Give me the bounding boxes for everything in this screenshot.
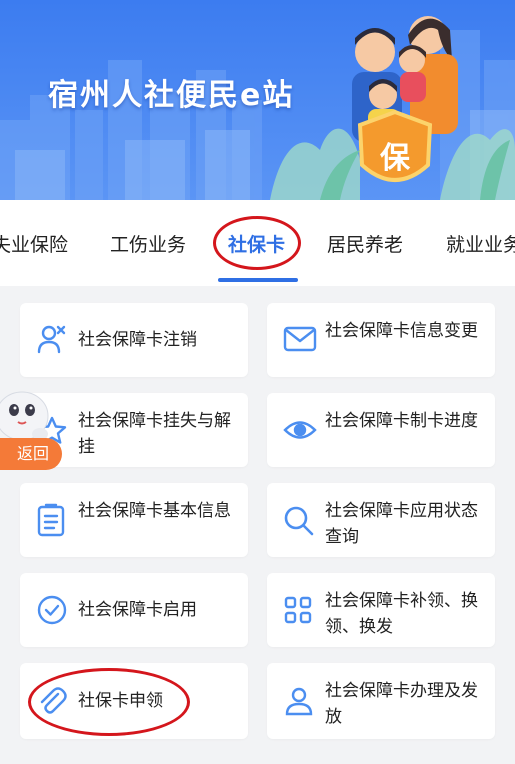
service-label: 社会保障卡信息变更	[325, 321, 478, 341]
service-label: 社会保障卡基本信息	[78, 501, 231, 521]
service-label: 社会保障卡注销	[78, 330, 197, 350]
service-label: 社会保障卡补领、换领、换发	[325, 591, 478, 637]
search-icon	[284, 506, 314, 536]
service-card-activate[interactable]: 社会保障卡启用	[20, 573, 248, 647]
eye-icon	[283, 421, 317, 439]
family-illustration: 保	[320, 16, 510, 200]
back-button[interactable]: 返回	[0, 438, 62, 470]
banner-title: 宿州人社便民e站	[48, 78, 295, 113]
service-label: 社会保障卡应用状态查询	[325, 501, 478, 547]
tab-unemployment-insurance[interactable]: 失业保险	[0, 230, 68, 257]
person-icon	[285, 687, 313, 716]
service-card-card-cancel[interactable]: 社会保障卡注销	[20, 303, 248, 377]
shield-char: 保	[380, 141, 411, 176]
tab-work-injury[interactable]: 工伤业务	[110, 230, 186, 257]
user-cancel-icon	[37, 325, 66, 354]
annotation-circle-tab	[213, 216, 301, 270]
grid-icon	[284, 596, 312, 624]
service-card-processing-issuance[interactable]: 社会保障卡办理及发放	[267, 663, 495, 739]
service-label: 社会保障卡办理及发放	[325, 681, 478, 727]
envelope-icon	[283, 326, 317, 352]
service-card-basic-info[interactable]: 社会保障卡基本信息	[20, 483, 248, 557]
service-label: 社会保障卡启用	[78, 600, 197, 620]
service-label: 社会保障卡制卡进度	[325, 411, 478, 431]
service-card-production-progress[interactable]: 社会保障卡制卡进度	[267, 393, 495, 467]
document-list-icon	[37, 503, 65, 537]
tab-resident-pension[interactable]: 居民养老	[327, 230, 403, 257]
annotation-circle-apply	[28, 668, 190, 736]
service-card-info-change[interactable]: 社会保障卡信息变更	[267, 303, 495, 377]
service-label: 社会保障卡挂失与解挂	[78, 411, 231, 457]
banner: 宿州人社便民e站 保	[0, 0, 515, 200]
active-tab-indicator	[218, 278, 298, 282]
service-card-status-query[interactable]: 社会保障卡应用状态查询	[267, 483, 495, 557]
service-card-reissue[interactable]: 社会保障卡补领、换领、换发	[267, 573, 495, 647]
tab-employment[interactable]: 就业业务	[446, 230, 515, 257]
check-circle-icon	[37, 595, 67, 625]
